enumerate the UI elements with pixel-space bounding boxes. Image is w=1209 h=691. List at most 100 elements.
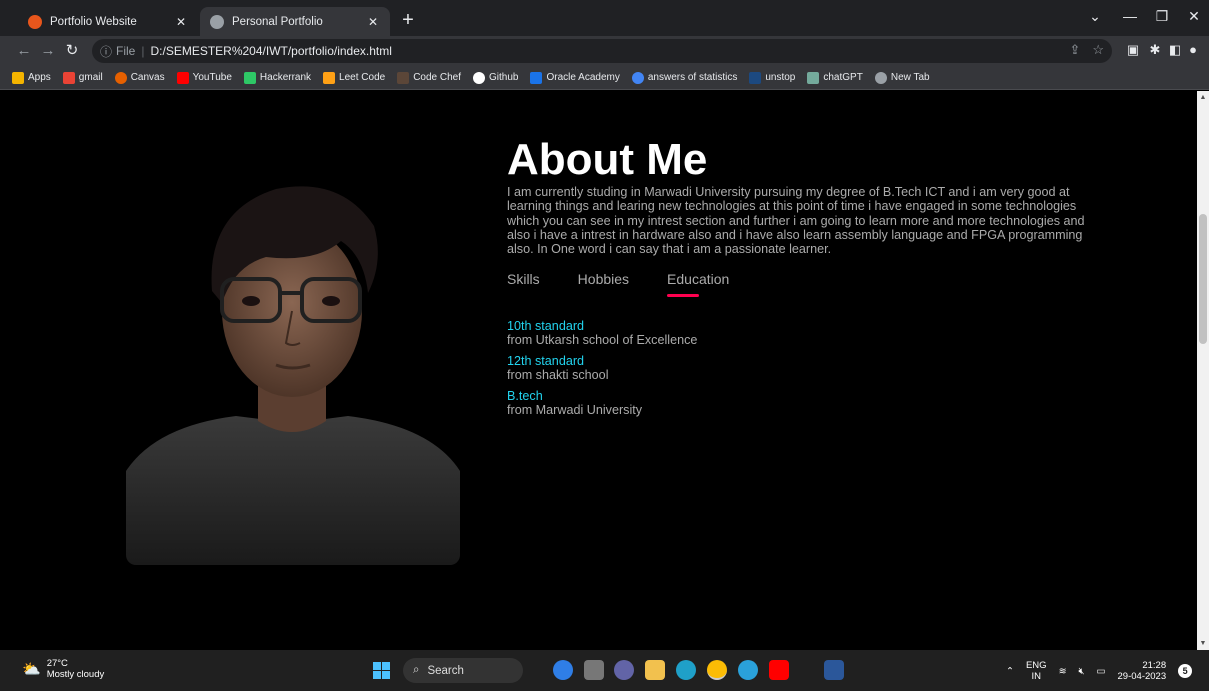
reload-button[interactable]: ↻ bbox=[62, 41, 82, 61]
unstop-icon bbox=[749, 71, 762, 84]
bookmark-youtube[interactable]: YouTube bbox=[176, 71, 232, 84]
lang-bottom: IN bbox=[1031, 671, 1042, 682]
bookmark-codechef[interactable]: Code Chef bbox=[397, 71, 462, 84]
bookmarks-bar: Apps gmail Canvas YouTube Hackerrank Lee… bbox=[0, 66, 1209, 90]
puzzle-extensions-icon[interactable]: ✱ bbox=[1146, 42, 1164, 58]
list-item: 12th standard from shakti school bbox=[507, 354, 1087, 382]
start-button[interactable] bbox=[373, 662, 390, 679]
restore-button[interactable]: ❐ bbox=[1150, 8, 1174, 25]
info-icon[interactable]: ⓘ bbox=[100, 43, 112, 60]
bookmark-label: Code Chef bbox=[413, 72, 462, 83]
bing-chat-icon[interactable] bbox=[553, 660, 573, 680]
battery-icon[interactable]: ▭ bbox=[1097, 666, 1106, 677]
notification-badge[interactable]: 5 bbox=[1178, 664, 1193, 678]
share-icon[interactable]: ⇪ bbox=[1069, 42, 1080, 58]
weather-temp: 27°C bbox=[46, 658, 68, 669]
task-view-icon[interactable] bbox=[584, 660, 604, 680]
about-description: I am currently studing in Marwadi Univer… bbox=[507, 185, 1085, 257]
cloud-sun-icon: ⛅ bbox=[22, 661, 41, 678]
close-window-button[interactable]: ✕ bbox=[1182, 8, 1206, 25]
education-school: from Utkarsh school of Excellence bbox=[507, 333, 698, 348]
bookmark-star-icon[interactable]: ☆ bbox=[1092, 42, 1104, 58]
file-explorer-icon[interactable] bbox=[645, 660, 665, 680]
hackerrank-icon bbox=[243, 71, 256, 84]
bookmark-canvas[interactable]: Canvas bbox=[114, 71, 165, 84]
chevron-up-icon[interactable]: ⌃ bbox=[1006, 666, 1014, 677]
search-circle-icon bbox=[631, 71, 644, 84]
tab-skills[interactable]: Skills bbox=[507, 271, 540, 297]
close-tab-icon[interactable]: ✕ bbox=[366, 15, 380, 29]
bookmark-leetcode[interactable]: Leet Code bbox=[323, 71, 385, 84]
bookmark-label: Apps bbox=[28, 72, 51, 83]
taskbar: ⛅ 27°C Mostly cloudy ⌕ Search ⌃ ENG IN ≋… bbox=[0, 650, 1209, 691]
page-title: About Me bbox=[507, 135, 708, 184]
globe-icon bbox=[874, 71, 887, 84]
education-school: from Marwadi University bbox=[507, 403, 643, 418]
windows-logo-pane bbox=[373, 671, 381, 679]
tab-label: Personal Portfolio bbox=[232, 15, 323, 28]
telegram-icon[interactable] bbox=[738, 660, 758, 680]
scroll-down-icon[interactable]: ▼ bbox=[1197, 640, 1209, 647]
wifi-icon[interactable]: ≋ bbox=[1059, 666, 1067, 677]
close-tab-icon[interactable]: ✕ bbox=[174, 15, 188, 29]
new-tab-button[interactable]: + bbox=[398, 10, 418, 30]
tab-strip: Portfolio Website ✕ Personal Portfolio ✕… bbox=[0, 0, 1209, 36]
browser-tab-personal-portfolio[interactable]: Personal Portfolio ✕ bbox=[200, 7, 390, 36]
tab-hobbies[interactable]: Hobbies bbox=[578, 271, 629, 297]
forward-button[interactable]: → bbox=[38, 41, 58, 61]
canvas-icon bbox=[114, 71, 127, 84]
bookmark-answers-of-statistics[interactable]: answers of statistics bbox=[631, 71, 737, 84]
teams-chat-icon[interactable] bbox=[614, 660, 634, 680]
bookmark-apps[interactable]: Apps bbox=[12, 71, 51, 84]
clock[interactable]: 21:28 29-04-2023 bbox=[1118, 660, 1167, 682]
page-viewport: About Me I am currently studing in Marwa… bbox=[0, 91, 1197, 650]
extension-icon[interactable]: ▣ bbox=[1124, 42, 1142, 58]
tab-education[interactable]: Education bbox=[667, 271, 729, 298]
tab-search-chevron-icon[interactable]: ⌄ bbox=[1083, 8, 1107, 25]
volume-icon[interactable]: 🔇︎ bbox=[1079, 666, 1085, 677]
language-indicator[interactable]: ENG IN bbox=[1026, 660, 1047, 682]
youtube-app-icon[interactable] bbox=[769, 660, 789, 680]
minimize-button[interactable]: — bbox=[1118, 8, 1142, 24]
page-scrollbar[interactable]: ▲ ▼ bbox=[1197, 91, 1209, 650]
codechef-icon bbox=[397, 71, 410, 84]
bookmark-new-tab[interactable]: New Tab bbox=[874, 71, 930, 84]
clock-time: 21:28 bbox=[1142, 660, 1167, 671]
oracle-icon bbox=[530, 71, 543, 84]
bookmark-github[interactable]: Github bbox=[473, 71, 518, 84]
weather-widget[interactable]: ⛅ 27°C Mostly cloudy bbox=[22, 658, 104, 680]
windows-logo-icon bbox=[373, 662, 381, 670]
profile-photo bbox=[126, 171, 460, 565]
bookmark-label: unstop bbox=[765, 72, 796, 83]
bookmark-label: Hackerrank bbox=[259, 72, 312, 83]
address-scheme: File bbox=[116, 44, 136, 58]
profile-avatar-icon[interactable]: ● bbox=[1184, 42, 1202, 57]
edge-icon[interactable] bbox=[676, 660, 696, 680]
taskbar-search[interactable]: ⌕ Search bbox=[403, 658, 523, 683]
scrollbar-thumb[interactable] bbox=[1199, 214, 1207, 344]
bookmark-unstop[interactable]: unstop bbox=[749, 71, 796, 84]
address-bar[interactable]: ⓘ File | D:/SEMESTER%204/IWT/portfolio/i… bbox=[92, 39, 1112, 63]
bookmark-label: gmail bbox=[78, 72, 103, 83]
bookmark-hackerrank[interactable]: Hackerrank bbox=[243, 71, 312, 84]
bookmark-gmail[interactable]: gmail bbox=[62, 71, 103, 84]
browser-toolbar: ← → ↻ ⓘ File | D:/SEMESTER%204/IWT/portf… bbox=[0, 36, 1209, 66]
bookmark-chatgpt[interactable]: chatGPT bbox=[807, 71, 863, 84]
bookmark-oracle-academy[interactable]: Oracle Academy bbox=[530, 71, 620, 84]
bookmark-label: New Tab bbox=[890, 72, 930, 83]
windows-logo-pane bbox=[382, 671, 390, 679]
bookmark-label: chatGPT bbox=[823, 72, 863, 83]
back-button[interactable]: ← bbox=[14, 41, 34, 61]
portfolio-favicon-icon bbox=[28, 14, 42, 29]
gmail-icon bbox=[62, 71, 75, 84]
word-icon[interactable] bbox=[824, 660, 844, 680]
education-list: 10th standard from Utkarsh school of Exc… bbox=[507, 319, 1087, 417]
youtube-icon bbox=[176, 71, 189, 84]
scroll-up-icon[interactable]: ▲ bbox=[1197, 94, 1209, 101]
side-panel-icon[interactable]: ◧ bbox=[1166, 42, 1184, 58]
browser-tab-portfolio-website[interactable]: Portfolio Website ✕ bbox=[18, 7, 198, 36]
chrome-icon[interactable] bbox=[707, 660, 727, 680]
globe-icon bbox=[210, 14, 224, 29]
address-url: D:/SEMESTER%204/IWT/portfolio/index.html bbox=[150, 44, 392, 58]
windows-logo-pane bbox=[382, 662, 390, 670]
